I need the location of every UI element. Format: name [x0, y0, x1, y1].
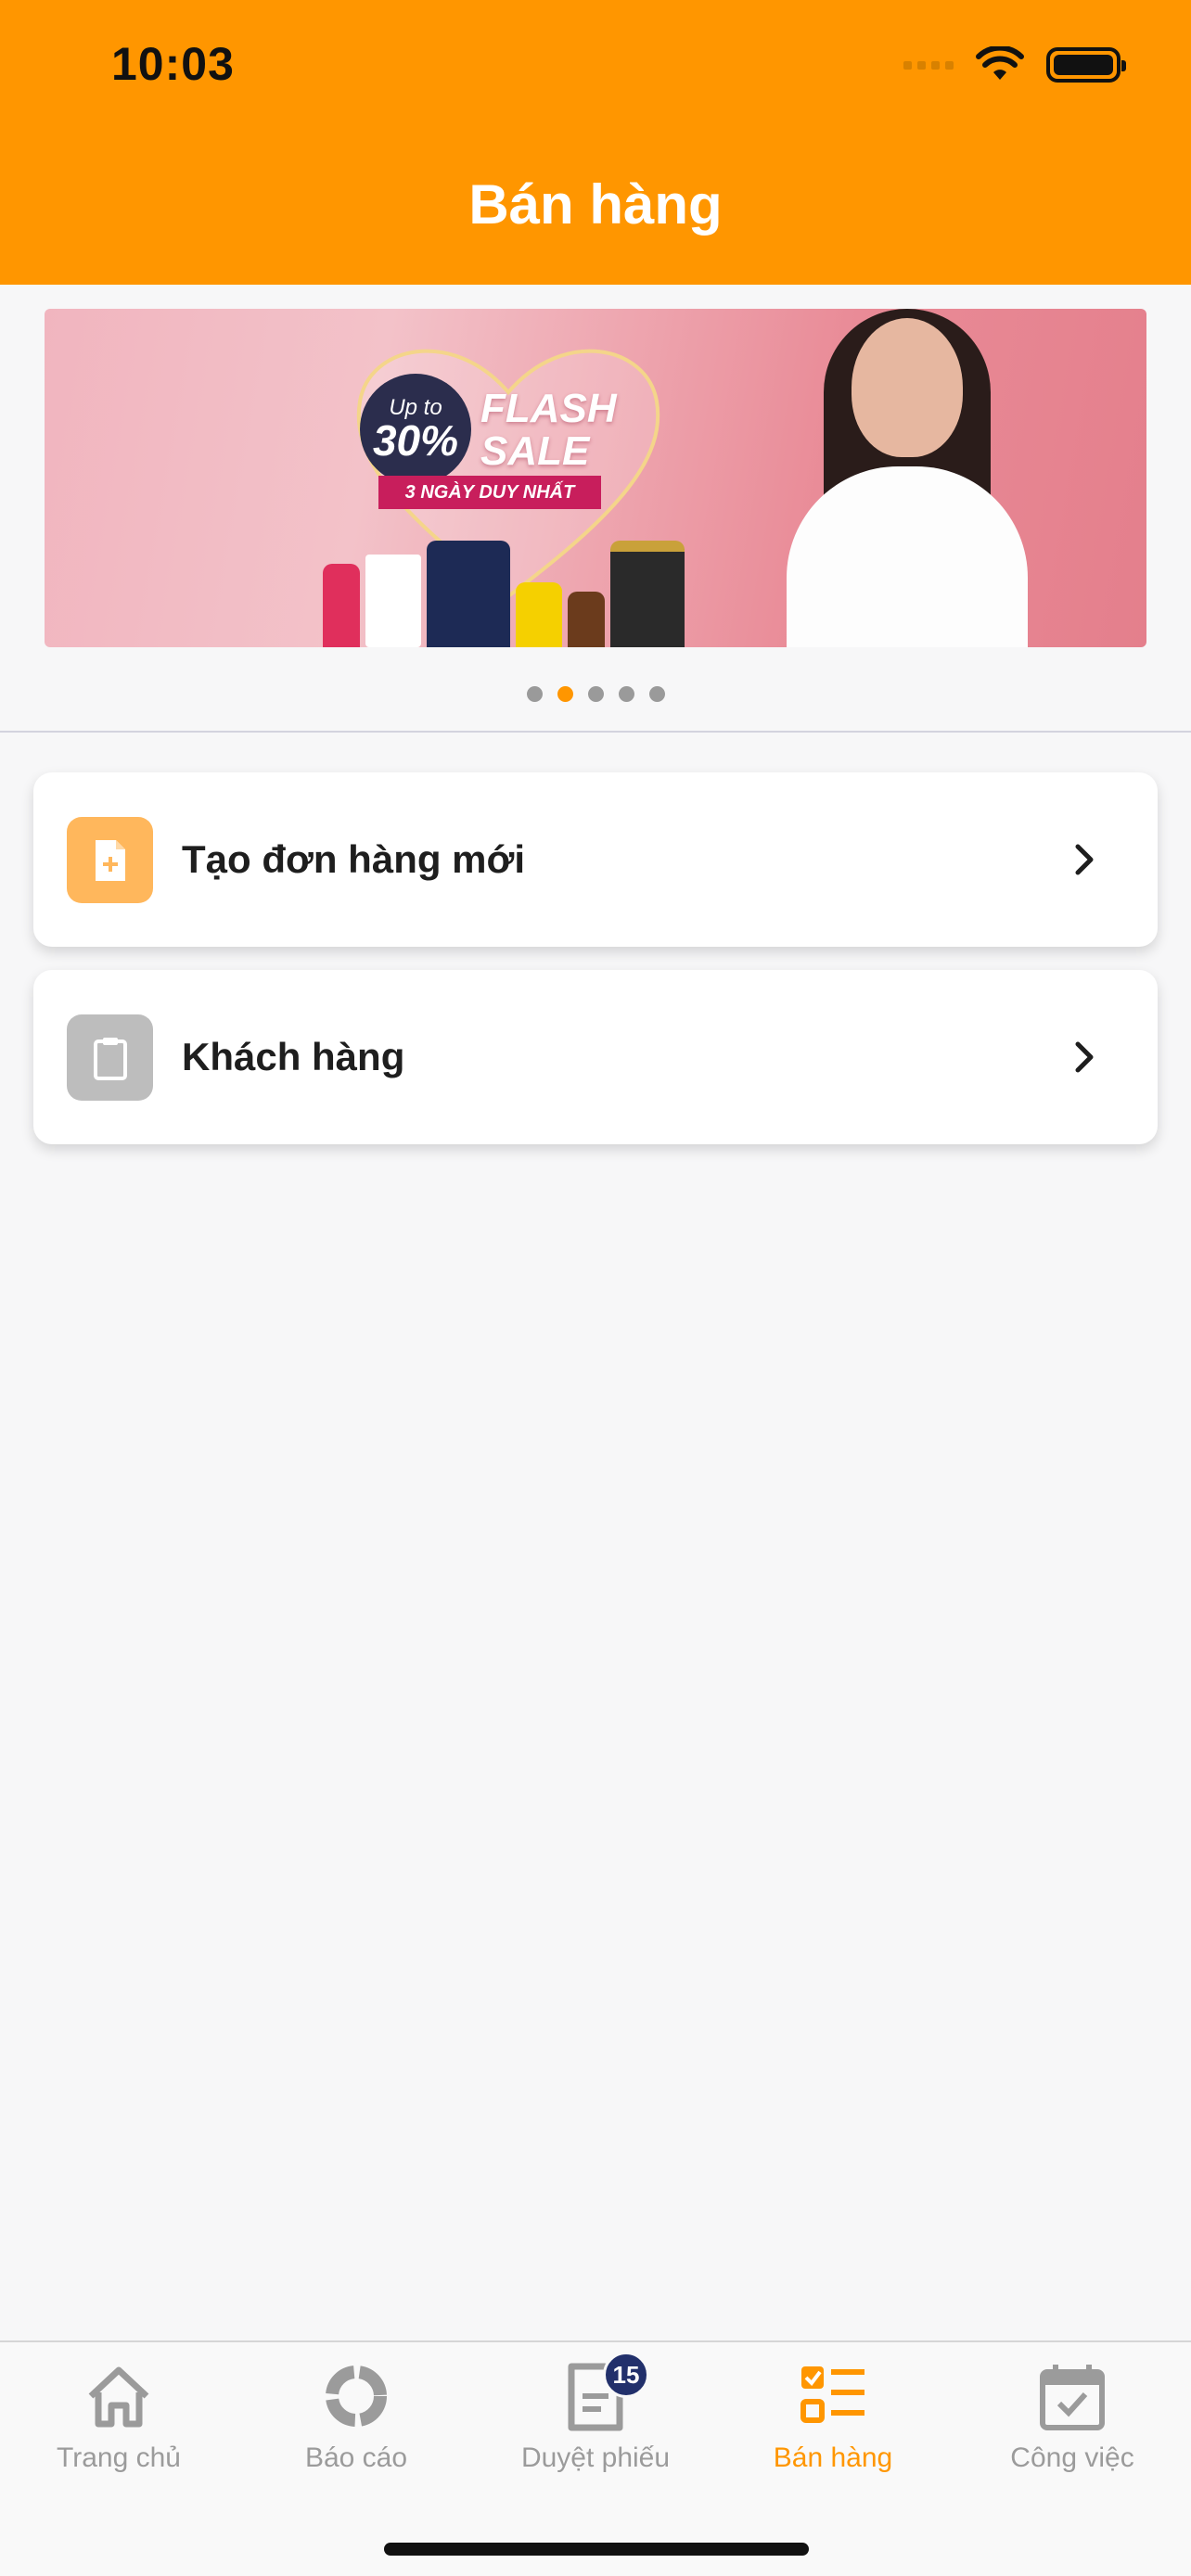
chevron-right-icon — [1075, 1041, 1094, 1073]
carousel-dots[interactable] — [0, 686, 1191, 702]
flash-sale-text: FLASH SALE — [480, 388, 617, 473]
product-jar — [610, 541, 685, 647]
wifi-icon — [976, 46, 1024, 80]
home-icon — [88, 2366, 149, 2428]
product-jar — [516, 582, 562, 647]
flash-line2: SALE — [480, 428, 590, 474]
product-bottle — [568, 592, 605, 647]
badge-big-text: 30% — [372, 416, 459, 465]
tab-report[interactable]: Báo cáo — [237, 2342, 475, 2509]
calendar-check-icon — [1040, 2365, 1105, 2430]
promo-banner[interactable]: Up to 30% FLASH SALE 3 NGÀY DUY NHẤT — [45, 309, 1146, 647]
product-bottles — [323, 541, 685, 647]
carousel-dot[interactable] — [526, 686, 543, 702]
model-photo — [712, 309, 1065, 647]
status-time: 10:03 — [111, 38, 235, 90]
report-chart-icon — [326, 2366, 387, 2427]
create-order-card[interactable]: Tạo đơn hàng mới — [33, 772, 1158, 947]
battery-icon — [1046, 47, 1126, 83]
discount-badge: Up to 30% — [360, 374, 471, 485]
page-title: Bán hàng — [468, 173, 723, 236]
tab-approve[interactable]: 15 Duyệt phiếu — [477, 2342, 714, 2509]
notification-badge: 15 — [603, 2352, 649, 2398]
tab-label: Công việc — [1010, 2442, 1134, 2473]
customers-card[interactable]: Khách hàng — [33, 970, 1158, 1144]
clipboard-icon — [67, 1014, 153, 1101]
chevron-right-icon — [1075, 844, 1094, 875]
customers-label: Khách hàng — [182, 1035, 405, 1078]
new-document-icon — [67, 817, 153, 903]
carousel-dot[interactable] — [618, 686, 634, 702]
app-header: 10:03 Bán hàng — [0, 0, 1191, 285]
create-order-label: Tạo đơn hàng mới — [182, 837, 526, 881]
home-indicator[interactable] — [384, 2543, 809, 2556]
flash-line1: FLASH — [480, 386, 617, 431]
product-box — [365, 555, 421, 647]
status-icons — [903, 46, 1126, 83]
cellular-signal-icon — [903, 60, 954, 70]
tab-label: Trang chủ — [57, 2442, 181, 2473]
product-jar — [427, 541, 510, 647]
section-divider — [0, 731, 1191, 733]
product-box — [323, 564, 360, 647]
tab-home[interactable]: Trang chủ — [0, 2342, 237, 2509]
carousel-dot[interactable] — [648, 686, 665, 702]
carousel-dot-active[interactable] — [557, 686, 573, 702]
document-icon-wrap: 15 — [560, 2352, 649, 2431]
promo-ribbon: 3 NGÀY DUY NHẤT — [378, 476, 601, 509]
checklist-icon — [800, 2366, 864, 2423]
tab-label: Báo cáo — [304, 2442, 408, 2473]
carousel-dot[interactable] — [587, 686, 604, 702]
tab-label: Bán hàng — [773, 2442, 893, 2473]
tab-tasks[interactable]: Công việc — [954, 2342, 1191, 2509]
tab-label: Duyệt phiếu — [520, 2442, 671, 2473]
bottom-tab-bar: Trang chủ Báo cáo 15 Duyệt phiếu Bán hàn… — [0, 2340, 1191, 2576]
tab-sales[interactable]: Bán hàng — [714, 2342, 952, 2509]
